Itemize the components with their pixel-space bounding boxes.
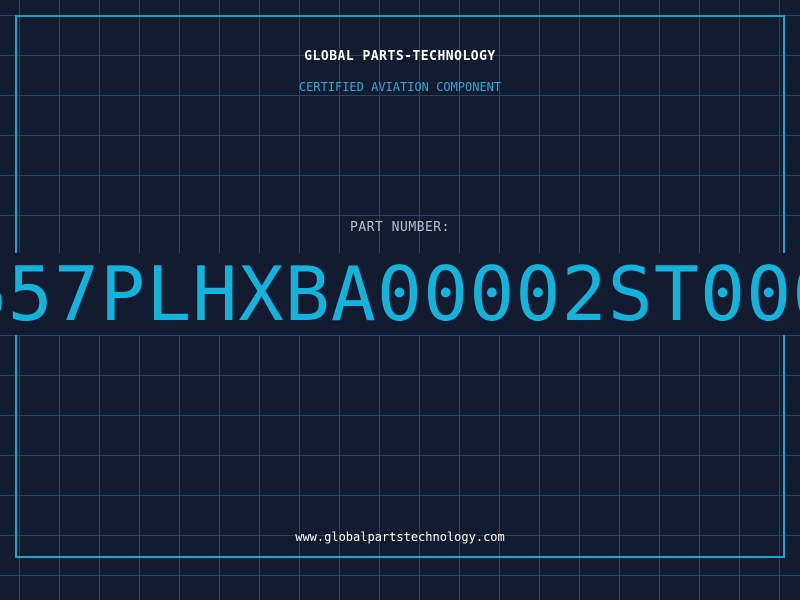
certification-tagline: CERTIFIED AVIATION COMPONENT (298, 80, 502, 94)
company-name: GLOBAL PARTS-TECHNOLOGY (304, 49, 496, 64)
website-link[interactable]: www.globalpartstechnology.com (0, 530, 800, 544)
part-number-value: 657PLHXBA00002ST000 (0, 250, 800, 338)
part-number-label: PART NUMBER: (350, 220, 450, 235)
